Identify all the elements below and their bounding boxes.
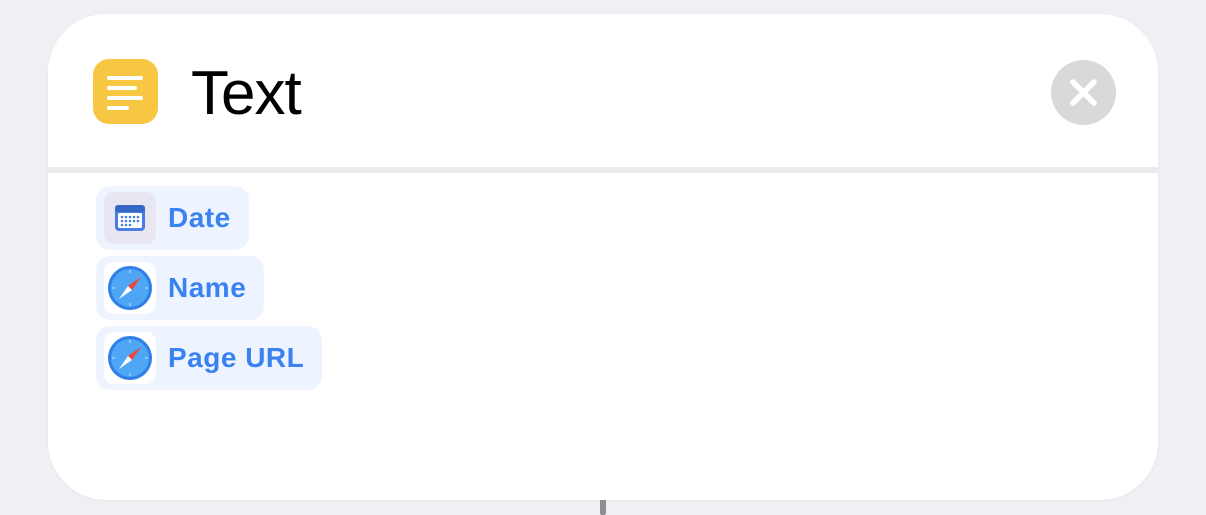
close-icon [1070, 79, 1097, 106]
calendar-icon [104, 192, 156, 244]
token-label: Date [168, 202, 231, 233]
text-lines-icon [93, 59, 158, 124]
variable-token-page-url[interactable]: Page URL [96, 326, 323, 390]
safari-compass-icon [104, 332, 156, 384]
card-header: Text [48, 14, 1158, 169]
header-divider [48, 167, 1158, 173]
text-content-field[interactable]: Date Name Page URL [96, 186, 323, 396]
text-action-card: Text Date Name Page URL [48, 14, 1158, 500]
variable-token-name[interactable]: Name [96, 256, 265, 320]
action-title: Text [191, 59, 302, 128]
safari-compass-icon [104, 262, 156, 314]
token-label: Name [168, 272, 247, 303]
close-button[interactable] [1051, 60, 1116, 125]
variable-token-date[interactable]: Date [96, 186, 249, 250]
token-label: Page URL [168, 342, 305, 373]
